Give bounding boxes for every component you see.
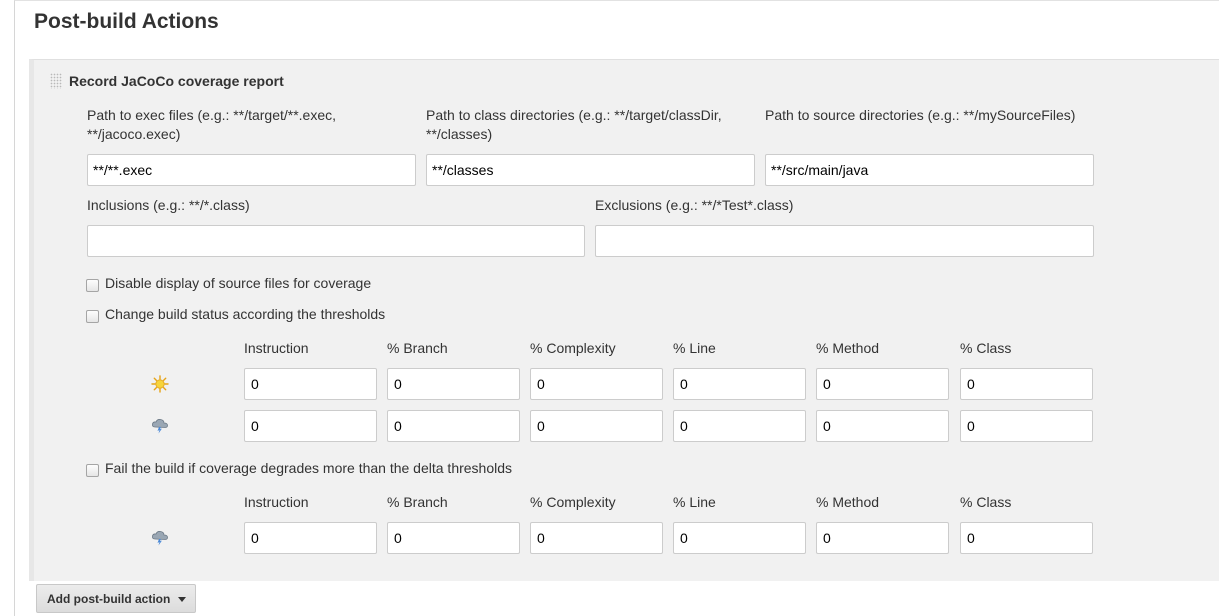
col-method: % Method [816,340,880,356]
delta-col-method: % Method [816,494,880,510]
healthy-branch-input[interactable] [387,368,520,400]
inclusions-label: Inclusions (e.g.: **/*.class) [87,197,250,213]
change-status-checkbox[interactable] [86,310,99,323]
sunny-weather-icon [151,375,169,393]
drag-handle-icon[interactable] [50,73,62,89]
disable-source-checkbox[interactable] [86,279,99,292]
delta-instruction-input[interactable] [244,522,377,554]
healthy-complexity-input[interactable] [530,368,663,400]
delta-complexity-input[interactable] [530,522,663,554]
col-line: % Line [673,340,716,356]
add-post-build-action-label: Add post-build action [47,591,171,606]
inclusions-input[interactable] [87,225,585,257]
delta-method-input[interactable] [816,522,949,554]
unhealthy-instruction-input[interactable] [244,410,377,442]
chevron-down-icon [178,597,186,602]
exec-files-label: Path to exec files (e.g.: **/target/**.e… [87,107,337,142]
delta-col-branch: % Branch [387,494,448,510]
exclusions-input[interactable] [595,225,1094,257]
col-complexity: % Complexity [530,340,616,356]
class-dirs-label: Path to class directories (e.g.: **/targ… [426,107,722,142]
class-dirs-input[interactable] [426,154,755,186]
delta-label: Fail the build if coverage degrades more… [105,460,513,476]
delta-col-instruction: Instruction [244,494,309,510]
storm-cloud-icon [152,419,168,434]
healthy-method-input[interactable] [816,368,949,400]
unhealthy-complexity-input[interactable] [530,410,663,442]
healthy-line-input[interactable] [673,368,806,400]
delta-checkbox[interactable] [86,464,99,477]
source-dirs-label: Path to source directories (e.g.: **/myS… [765,107,1076,123]
healthy-class-input[interactable] [960,368,1093,400]
storm-cloud-icon [152,531,168,546]
unhealthy-branch-input[interactable] [387,410,520,442]
panel-title: Record JaCoCo coverage report [69,73,284,89]
delta-line-input[interactable] [673,522,806,554]
col-instruction: Instruction [244,340,309,356]
delta-branch-input[interactable] [387,522,520,554]
col-branch: % Branch [387,340,448,356]
delta-class-input[interactable] [960,522,1093,554]
delta-col-line: % Line [673,494,716,510]
delta-col-class: % Class [960,494,1012,510]
change-status-label: Change build status according the thresh… [105,306,386,322]
disable-source-label: Disable display of source files for cove… [105,275,372,291]
add-post-build-action-button[interactable]: Add post-build action [36,584,196,613]
healthy-instruction-input[interactable] [244,368,377,400]
exclusions-label: Exclusions (e.g.: **/*Test*.class) [595,197,794,213]
exec-files-input[interactable] [87,154,416,186]
col-class: % Class [960,340,1012,356]
delta-col-complexity: % Complexity [530,494,616,510]
unhealthy-method-input[interactable] [816,410,949,442]
source-dirs-input[interactable] [765,154,1094,186]
unhealthy-line-input[interactable] [673,410,806,442]
section-title: Post-build Actions [34,10,219,33]
unhealthy-class-input[interactable] [960,410,1093,442]
